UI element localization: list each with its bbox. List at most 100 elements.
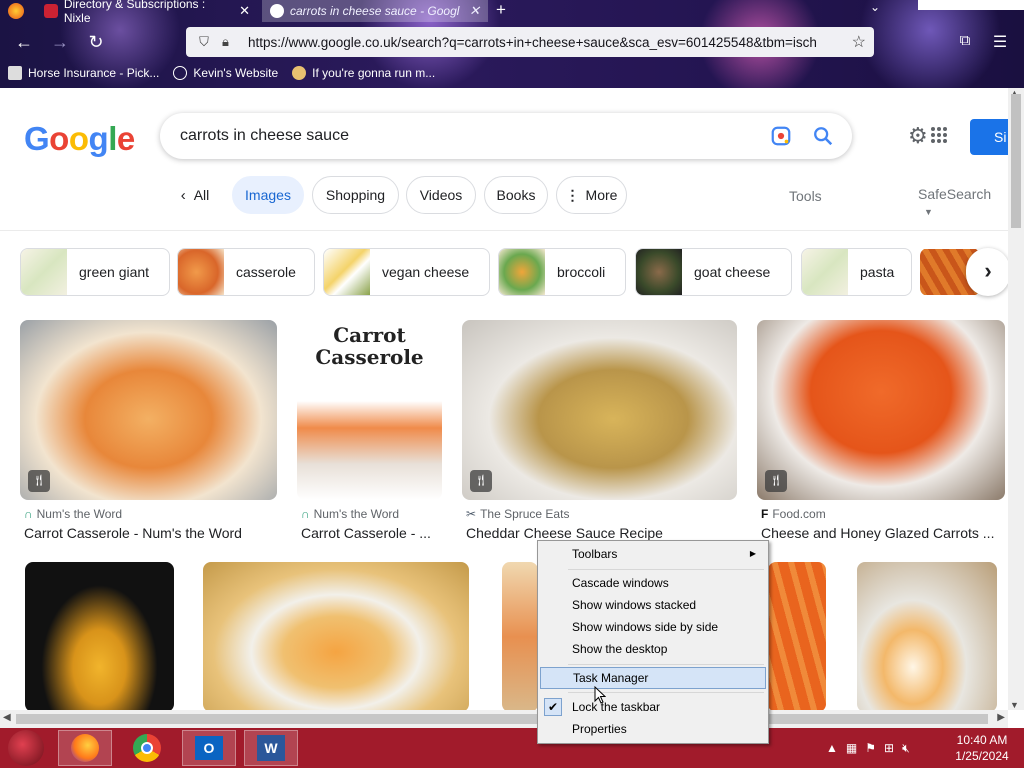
hamburger-menu-icon[interactable]: ☰ <box>990 32 1010 52</box>
result-source[interactable]: ∩ Num's the Word <box>301 507 399 521</box>
filter-shopping[interactable]: Shopping <box>312 176 399 214</box>
forward-arrow-icon[interactable]: → <box>48 30 72 54</box>
extensions-icon[interactable]: ⧉ <box>955 32 975 52</box>
image-result[interactable]: 🍴︎ ✂︎ The Spruce Eats Cheddar Cheese Sauc… <box>462 320 737 550</box>
thumbnail-image <box>324 249 370 295</box>
lock-icon[interactable]: 🔒︎ <box>222 34 236 50</box>
taskbar-app-word[interactable]: W <box>244 730 298 766</box>
filter-videos[interactable]: Videos <box>406 176 476 214</box>
google-lens-icon[interactable] <box>770 125 792 147</box>
taskbar-app-chrome[interactable] <box>120 730 174 766</box>
result-image[interactable]: Carrot Casserole <box>297 320 442 500</box>
scroll-down-icon[interactable]: ▼ <box>1010 700 1019 710</box>
power-icon[interactable]: ⊞ <box>884 741 894 755</box>
result-image[interactable] <box>857 562 997 710</box>
filter-all[interactable]: ‹ All <box>170 176 220 214</box>
bookmark-item[interactable]: Kevin's Website <box>173 66 278 80</box>
site-icon: F <box>761 507 769 521</box>
menu-item-properties[interactable]: Properties <box>540 718 766 740</box>
address-bar[interactable]: ⛉ 🔒︎ https://www.google.co.uk/search?q=c… <box>186 27 874 57</box>
filter-more[interactable]: ⋮ More <box>556 176 627 214</box>
image-result[interactable] <box>768 562 826 710</box>
show-hidden-icons-icon[interactable]: ▲ <box>826 741 838 755</box>
taskbar-app-outlook[interactable]: O <box>182 730 236 766</box>
result-source[interactable]: F Food.com <box>761 507 826 521</box>
result-image[interactable] <box>203 562 469 710</box>
image-result[interactable]: Carrot Casserole ∩ Num's the Word Carrot … <box>297 320 442 550</box>
chevron-right-icon[interactable]: › <box>966 248 1008 296</box>
related-chip[interactable]: broccoli <box>498 248 626 296</box>
flag-icon[interactable]: ⚑ <box>865 741 876 755</box>
related-chip[interactable]: casserole <box>177 248 315 296</box>
filter-books[interactable]: Books <box>484 176 548 214</box>
scroll-thumb[interactable] <box>16 714 988 724</box>
result-title[interactable]: Carrot Casserole - ... <box>301 525 431 541</box>
close-icon[interactable]: ✕ <box>239 3 250 19</box>
safesearch-button[interactable]: SafeSearch ▼ <box>918 186 1008 218</box>
result-image[interactable] <box>25 562 174 710</box>
horizontal-scrollbar[interactable]: ◀ ▶ <box>0 710 1008 728</box>
result-title[interactable]: Cheese and Honey Glazed Carrots ... <box>761 525 994 541</box>
search-input[interactable]: carrots in cheese sauce <box>160 113 852 159</box>
reload-icon[interactable]: ↻ <box>84 30 108 54</box>
result-source[interactable]: ✂︎ The Spruce Eats <box>466 507 569 521</box>
sign-in-button[interactable]: Si <box>970 119 1008 155</box>
bookmark-item[interactable]: Horse Insurance - Pick... <box>8 66 159 80</box>
new-tab-icon[interactable]: + <box>490 0 512 22</box>
bookmark-star-icon[interactable]: ☆ <box>852 32 866 52</box>
related-chip[interactable]: pasta <box>801 248 912 296</box>
search-query[interactable]: carrots in cheese sauce <box>180 127 349 145</box>
image-result[interactable]: 🍴︎ F Food.com Cheese and Honey Glazed Car… <box>757 320 1005 550</box>
window-controls[interactable] <box>918 0 1024 10</box>
url-text[interactable]: https://www.google.co.uk/search?q=carrot… <box>248 35 828 50</box>
image-result[interactable] <box>25 562 174 710</box>
image-result[interactable] <box>203 562 469 710</box>
menu-item-side-by-side[interactable]: Show windows side by side <box>540 616 766 638</box>
start-button[interactable] <box>8 730 44 766</box>
result-image[interactable] <box>462 320 737 500</box>
result-image[interactable] <box>768 562 826 710</box>
google-logo[interactable]: Google <box>24 120 135 158</box>
scroll-right-icon[interactable]: ▶ <box>997 712 1005 723</box>
site-icon: ∩ <box>301 507 310 521</box>
back-arrow-icon[interactable]: ← <box>12 30 36 54</box>
menu-item-stacked[interactable]: Show windows stacked <box>540 594 766 616</box>
tab-google[interactable]: carrots in cheese sauce - Googl ✕ <box>262 0 488 22</box>
scroll-left-icon[interactable]: ◀ <box>3 712 11 723</box>
apps-grid-icon[interactable] <box>930 126 948 144</box>
tab-nixle[interactable]: Directory & Subscriptions : Nixle ✕ <box>36 0 258 25</box>
taskbar[interactable]: O W ▲ ▦ ⚑ ⊞ 🔇︎ 10:40 AM 1/25/2024 <box>0 728 1024 768</box>
result-image[interactable] <box>502 562 538 710</box>
taskbar-clock[interactable]: 10:40 AM 1/25/2024 <box>950 732 1014 764</box>
related-chip[interactable]: goat cheese <box>635 248 792 296</box>
close-icon[interactable]: ✕ <box>469 3 480 19</box>
shield-icon[interactable]: ⛉ <box>196 34 212 50</box>
gear-icon[interactable]: ⚙ <box>908 125 930 147</box>
search-icon[interactable] <box>812 125 834 147</box>
result-source[interactable]: ∩ Num's the Word <box>24 507 122 521</box>
network-icon[interactable]: ▦ <box>846 741 857 755</box>
related-chip[interactable]: vegan cheese <box>323 248 490 296</box>
menu-item-task-manager[interactable]: Task Manager <box>540 667 766 689</box>
image-result[interactable] <box>502 562 538 710</box>
scroll-thumb[interactable] <box>1011 94 1021 228</box>
volume-muted-icon[interactable]: 🔇︎ <box>902 741 910 756</box>
vertical-scrollbar[interactable]: ▲ ▼ <box>1008 88 1024 710</box>
related-chip[interactable]: green giant <box>20 248 170 296</box>
menu-item-lock-taskbar[interactable]: ✔ Lock the taskbar <box>540 696 766 718</box>
image-result[interactable]: 🍴︎ ∩ Num's the Word Carrot Casserole - Nu… <box>20 320 277 550</box>
chevron-down-icon[interactable]: ⌄ <box>866 0 884 18</box>
taskbar-app-firefox[interactable] <box>58 730 112 766</box>
menu-item-cascade[interactable]: Cascade windows <box>540 572 766 594</box>
menu-item-toolbars[interactable]: Toolbars ▶ <box>540 543 766 565</box>
tools-button[interactable]: Tools <box>789 188 822 204</box>
result-title[interactable]: Carrot Casserole - Num's the Word <box>24 525 242 541</box>
filter-images[interactable]: Images <box>232 176 304 214</box>
result-title[interactable]: Cheddar Cheese Sauce Recipe <box>466 525 663 541</box>
result-image[interactable] <box>757 320 1005 500</box>
firefox-menu-icon[interactable] <box>8 3 24 19</box>
menu-item-show-desktop[interactable]: Show the desktop <box>540 638 766 660</box>
result-image[interactable] <box>20 320 277 500</box>
image-result[interactable] <box>857 562 997 710</box>
bookmark-item[interactable]: If you're gonna run m... <box>292 66 435 80</box>
